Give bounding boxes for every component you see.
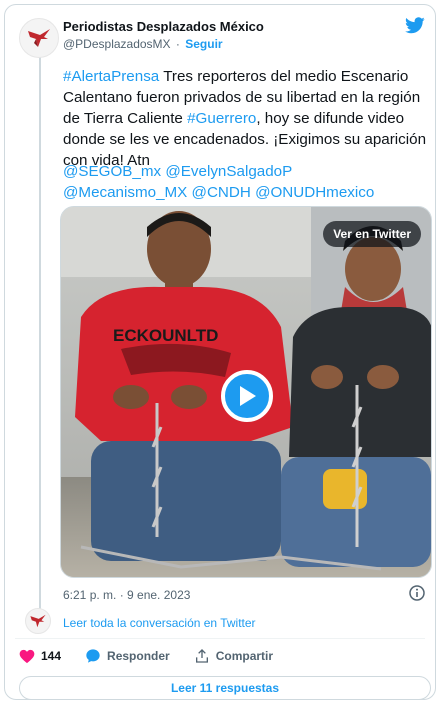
share-button[interactable]: Compartir xyxy=(194,648,273,664)
hashtag-alertaprensa[interactable]: #AlertaPrensa xyxy=(63,68,159,85)
mention-onudh[interactable]: @ONUDHmexico xyxy=(255,184,374,201)
reply-button[interactable]: Responder xyxy=(85,648,170,664)
read-replies-button[interactable]: Leer 11 respuestas xyxy=(19,676,431,699)
tweet-mentions: @SEGOB_mx @EvelynSalgadoP @Mecanismo_MX … xyxy=(63,161,433,203)
avatar[interactable] xyxy=(19,18,59,58)
divider xyxy=(15,638,425,639)
author-name[interactable]: Periodistas Desplazados México xyxy=(63,19,264,34)
separator: · xyxy=(175,37,180,51)
avatar-small[interactable] xyxy=(25,608,51,634)
play-button[interactable] xyxy=(221,370,273,422)
mention-evelynsalgado[interactable]: @EvelynSalgadoP xyxy=(165,163,292,180)
embedded-tweet-card: Periodistas Desplazados México @PDesplaz… xyxy=(4,4,436,700)
share-upload-icon xyxy=(195,649,208,663)
info-icon[interactable] xyxy=(409,585,425,601)
tweet-timestamp[interactable]: 6:21 p. m. · 9 ene. 2023 xyxy=(63,588,190,602)
like-button[interactable]: 144 xyxy=(19,649,61,664)
reply-bubble-icon xyxy=(86,649,100,663)
twitter-bird-icon[interactable] xyxy=(405,17,425,34)
follow-button[interactable]: Seguir xyxy=(185,37,222,51)
play-icon xyxy=(240,386,256,406)
handle-row: @PDesplazadosMX · Seguir xyxy=(63,37,223,51)
mention-segob[interactable]: @SEGOB_mx xyxy=(63,163,161,180)
eagle-logo-icon xyxy=(28,29,50,47)
mention-cndh[interactable]: @CNDH xyxy=(192,184,251,201)
author-handle[interactable]: @PDesplazadosMX xyxy=(63,37,171,51)
view-on-twitter-button[interactable]: Ver en Twitter xyxy=(323,221,421,247)
share-label: Compartir xyxy=(215,649,274,663)
read-conversation-link[interactable]: Leer toda la conversación en Twitter xyxy=(63,616,256,630)
tweet-text: #AlertaPrensa Tres reporteros del medio … xyxy=(63,66,433,171)
reply-label: Responder xyxy=(107,649,170,663)
eagle-logo-icon xyxy=(30,614,46,628)
thread-line xyxy=(39,55,41,611)
hashtag-guerrero[interactable]: #Guerrero xyxy=(187,110,256,127)
like-count: 144 xyxy=(41,649,62,663)
mention-mecanismo[interactable]: @Mecanismo_MX xyxy=(63,184,187,201)
video-thumbnail[interactable]: ECKOUNLTD Ver en Twitter xyxy=(60,206,432,578)
heart-icon xyxy=(19,649,35,663)
tweet-actions: 144 Responder Compartir xyxy=(19,648,297,664)
shirt-print-text: ECKOUNLTD xyxy=(113,326,218,345)
